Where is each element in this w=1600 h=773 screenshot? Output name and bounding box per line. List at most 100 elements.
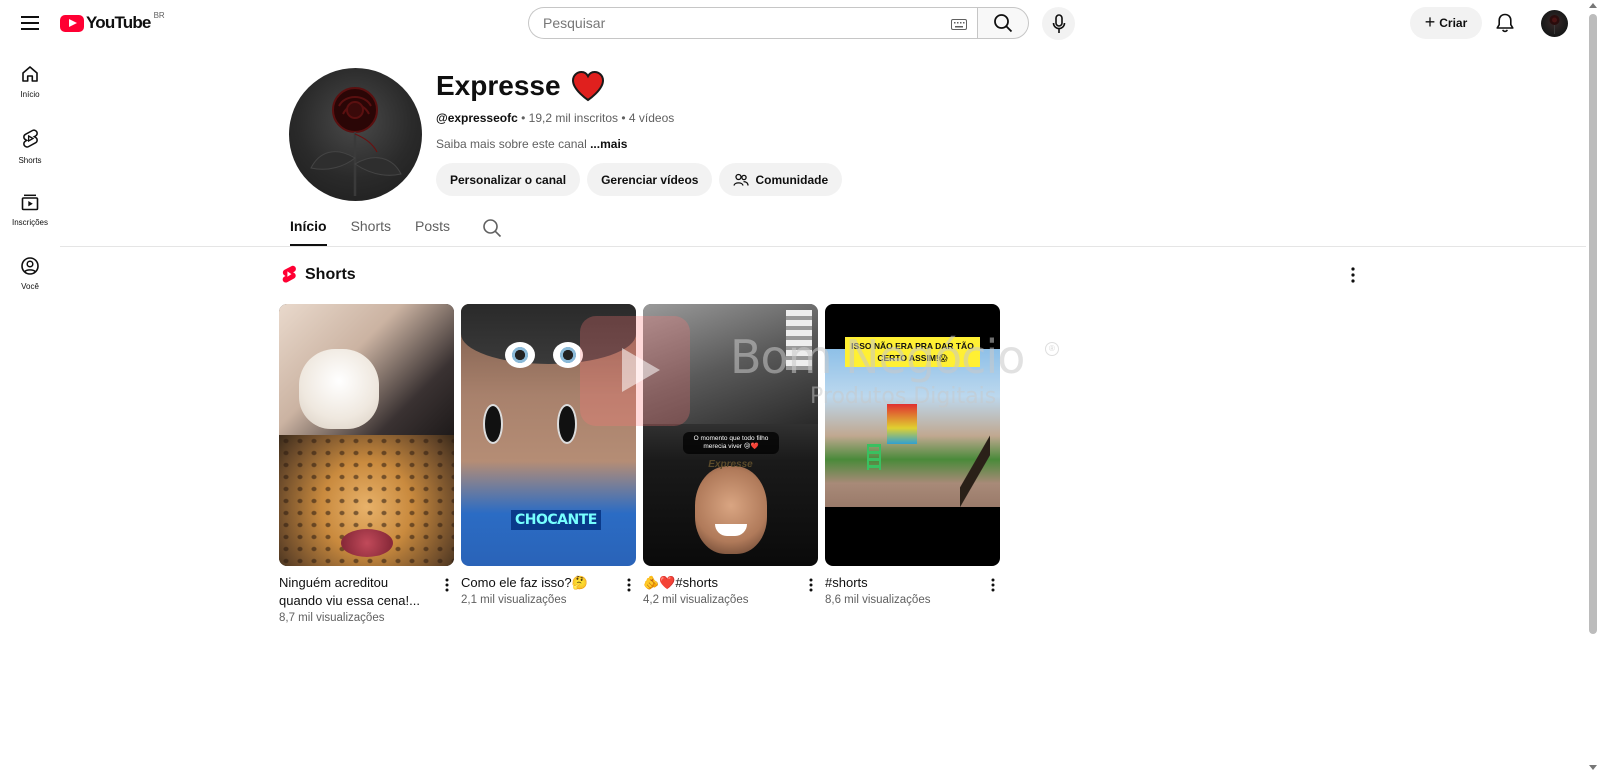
sidebar-item-label: Você (21, 282, 39, 291)
button-label: Gerenciar vídeos (601, 172, 699, 187)
keyboard-icon[interactable] (951, 17, 967, 35)
shorts-icon (23, 129, 38, 148)
thumb-art (341, 529, 393, 557)
sidebar-item-label: Shorts (18, 156, 42, 165)
channel-actions: Personalizar o canal Gerenciar vídeos Co… (436, 163, 843, 196)
short-text: Ninguém acreditou quando viu essa cena!.… (279, 574, 429, 624)
scroll-down-arrow-icon[interactable] (1589, 765, 1597, 770)
short-info: Ninguém acreditou quando viu essa cena!.… (279, 574, 454, 624)
thumb-art (483, 404, 503, 444)
search-icon (994, 14, 1013, 33)
thumb-art (299, 349, 379, 429)
short-thumbnail[interactable] (279, 304, 454, 566)
menu-icon[interactable] (18, 12, 42, 34)
home-icon (22, 66, 38, 82)
shorts-section-header: Shorts (281, 265, 356, 284)
short-card: ISSO NÃO ERA PRA DAR TÃO CERTO ASSIM!😱 #… (825, 304, 1000, 624)
meta-separator: • (621, 111, 626, 125)
short-text: 🫵❤️#shorts 4,2 mil visualizações (643, 574, 793, 606)
short-card: O momento que todo filho merecia viver 😢… (643, 304, 818, 624)
rose-icon (310, 87, 402, 196)
subscriptions-icon (21, 194, 39, 211)
short-views: 8,6 mil visualizações (825, 594, 931, 606)
manage-videos-button[interactable]: Gerenciar vídeos (587, 163, 713, 196)
account-avatar[interactable] (1541, 10, 1568, 37)
shorts-logo-icon (282, 265, 296, 283)
tab-shorts[interactable]: Shorts (351, 208, 391, 246)
short-views: 2,1 mil visualizações (461, 594, 567, 606)
channel-handle: @expresseofc (436, 111, 518, 125)
thumb-art (557, 404, 577, 444)
subscriber-count: 19,2 mil inscritos (528, 111, 619, 125)
channel-avatar[interactable] (289, 68, 422, 201)
tab-posts[interactable]: Posts (415, 208, 450, 246)
more-vert-icon[interactable] (1344, 266, 1362, 284)
shorts-grid: Ninguém acreditou quando viu essa cena!.… (279, 304, 1000, 624)
sidebar-item-label: Inscrições (11, 218, 48, 227)
page-scrollbar[interactable] (1586, 0, 1600, 773)
voice-search-button[interactable] (1042, 7, 1075, 40)
region-code: BR (153, 10, 165, 20)
user-circle-icon (21, 257, 39, 275)
search-input[interactable] (543, 15, 923, 31)
short-title[interactable]: Como ele faz isso?🤔 (461, 574, 611, 592)
channel-search-icon[interactable] (482, 208, 502, 243)
thumb-brand: Expresse (708, 459, 753, 470)
sidebar-item-subscriptions[interactable]: Inscrições (0, 184, 60, 248)
short-thumbnail[interactable]: CHOCANTE (461, 304, 636, 566)
customize-channel-button[interactable]: Personalizar o canal (436, 163, 581, 196)
sidebar-item-home[interactable]: Início (0, 56, 60, 120)
youtube-logo[interactable]: YouTube BR (60, 10, 165, 34)
more-link[interactable]: ...mais (590, 137, 627, 151)
plus-icon: + (1424, 12, 1436, 32)
thumb-art (786, 310, 812, 370)
short-thumbnail[interactable]: O momento que todo filho merecia viver 😢… (643, 304, 818, 566)
short-card: Ninguém acreditou quando viu essa cena!.… (279, 304, 454, 624)
short-title[interactable]: #shorts (825, 574, 975, 592)
more-vert-icon[interactable] (986, 574, 1000, 594)
channel-name-text: Expresse (436, 70, 561, 101)
watermark-registered-mark: ® (1045, 342, 1059, 356)
channel-meta: @expresseofc • 19,2 mil inscritos • 4 ví… (436, 111, 674, 125)
rose-icon (1549, 15, 1560, 34)
sidebar-item-shorts[interactable]: Shorts (0, 120, 60, 184)
thumb-art (553, 342, 583, 368)
search-bar (528, 7, 1029, 39)
tabs-divider (60, 246, 1590, 247)
scroll-up-arrow-icon[interactable] (1589, 3, 1597, 8)
top-bar: YouTube BR + Criar (0, 0, 1580, 46)
video-count: 4 vídeos (628, 111, 675, 125)
short-info: #shorts 8,6 mil visualizações (825, 574, 1000, 606)
short-info: 🫵❤️#shorts 4,2 mil visualizações (643, 574, 818, 606)
more-vert-icon[interactable] (804, 574, 818, 594)
button-label: Personalizar o canal (450, 172, 567, 187)
create-label: Criar (1439, 16, 1468, 30)
short-text: #shorts 8,6 mil visualizações (825, 574, 975, 606)
thumb-art (867, 444, 881, 470)
meta-separator: • (521, 111, 526, 125)
short-views: 4,2 mil visualizações (643, 594, 749, 606)
thumb-banner: ISSO NÃO ERA PRA DAR TÃO CERTO ASSIM!😱 (845, 337, 980, 367)
people-icon (733, 173, 750, 186)
section-title: Shorts (305, 265, 356, 283)
thumb-art (695, 466, 767, 554)
description-text: Saiba mais sobre este canal (436, 137, 587, 151)
search-button[interactable] (977, 7, 1029, 39)
create-button[interactable]: + Criar (1410, 7, 1482, 39)
thumb-art (461, 304, 636, 364)
community-button[interactable]: Comunidade (719, 163, 843, 196)
tab-home[interactable]: Início (290, 208, 327, 246)
left-sidebar: Início Shorts Inscrições Você (0, 56, 60, 312)
more-vert-icon[interactable] (622, 574, 636, 594)
short-title[interactable]: 🫵❤️#shorts (643, 574, 793, 592)
scrollbar-thumb[interactable] (1589, 14, 1597, 634)
short-title[interactable]: Ninguém acreditou quando viu essa cena!.… (279, 574, 429, 610)
short-text: Como ele faz isso?🤔 2,1 mil visualizaçõe… (461, 574, 611, 606)
sidebar-item-you[interactable]: Você (0, 248, 60, 312)
notifications-bell-icon[interactable] (1494, 12, 1516, 34)
channel-description[interactable]: Saiba mais sobre este canal ...mais (436, 137, 627, 151)
short-thumbnail[interactable]: ISSO NÃO ERA PRA DAR TÃO CERTO ASSIM!😱 (825, 304, 1000, 566)
short-info: Como ele faz isso?🤔 2,1 mil visualizaçõe… (461, 574, 636, 606)
more-vert-icon[interactable] (440, 574, 454, 594)
button-label: Comunidade (755, 172, 829, 187)
